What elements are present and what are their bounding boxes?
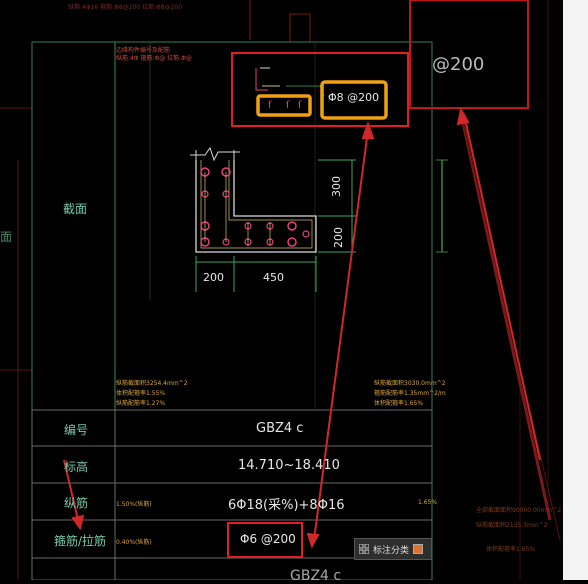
row-value-id: GBZ4 c bbox=[256, 421, 304, 436]
annotation-toolbar[interactable]: 标注分类 bbox=[354, 538, 432, 560]
row3-right-note: 1.65% bbox=[418, 499, 438, 506]
svg-text:ſ: ſ bbox=[268, 100, 272, 111]
svg-text:ſ: ſ bbox=[298, 100, 302, 111]
bg-note-2: 纵筋截面积2135.3mm^2 bbox=[476, 522, 548, 529]
top-right-spec: @200 bbox=[432, 54, 485, 75]
row-label-elevation: 标高 bbox=[64, 460, 89, 474]
row-label-longitudinal: 纵筋 bbox=[64, 496, 89, 510]
row3-left-note: 1.50%(纵筋) bbox=[116, 501, 152, 508]
side-note-left-3: 纵筋配筋率1.27% bbox=[116, 400, 166, 407]
row-value-stirrup: Φ6 @200 bbox=[240, 532, 296, 546]
side-note-left-2: 体积配箍率1.55% bbox=[116, 390, 166, 397]
side-note-right-1: 纵筋截面积3030.0mm^2 bbox=[374, 380, 446, 387]
dim-200-horizontal: 200 bbox=[203, 271, 224, 284]
row-value-elevation: 14.710~18.410 bbox=[238, 458, 340, 473]
side-note-left-1: 纵筋截面积3254.4mm^2 bbox=[116, 380, 188, 387]
left-partial-label: 面 bbox=[0, 230, 13, 244]
dim-450: 450 bbox=[263, 271, 284, 284]
side-note-right-2: 箍筋配筋率1.35mm^2/m bbox=[374, 390, 446, 397]
color-swatch-icon[interactable] bbox=[413, 544, 424, 554]
bg-note-3: 体积配箍率1.65% bbox=[486, 546, 536, 553]
grid-icon[interactable] bbox=[358, 543, 370, 555]
side-panel bbox=[563, 0, 588, 580]
bg-note-1: 全部截面面积90000.00mm^2 bbox=[476, 507, 562, 514]
dim-300: 300 bbox=[330, 176, 343, 197]
row-value-longitudinal: 6Φ18(采%)+8Φ16 bbox=[228, 498, 345, 513]
side-note-right-3: 体积配箍率1.65% bbox=[374, 400, 424, 407]
callout-spec-text: Φ8 @200 bbox=[328, 91, 380, 104]
row-label-stirrup: 箍筋/拉筋 bbox=[54, 534, 107, 548]
cad-drawing[interactable]: ſ ſ ſ bbox=[0, 0, 588, 580]
toolbar-label[interactable]: 标注分类 bbox=[373, 543, 409, 556]
bottom-partial-text: GBZ4 c bbox=[290, 568, 342, 584]
svg-text:ſ: ſ bbox=[286, 100, 290, 111]
row-label-id: 编号 bbox=[64, 423, 89, 437]
top-note-line: 纵筋:4Φ16 箍筋:Φ8@200 拉筋:Φ8@200 bbox=[68, 4, 183, 11]
dim-200-vertical: 200 bbox=[332, 227, 345, 248]
row4-left-note: 0.40%(纵筋) bbox=[116, 539, 152, 546]
section-note-2: 纵筋:4Φ 箍筋:Φ@ 拉筋:Φ@ bbox=[116, 55, 192, 62]
section-label: 截面 bbox=[63, 202, 88, 216]
